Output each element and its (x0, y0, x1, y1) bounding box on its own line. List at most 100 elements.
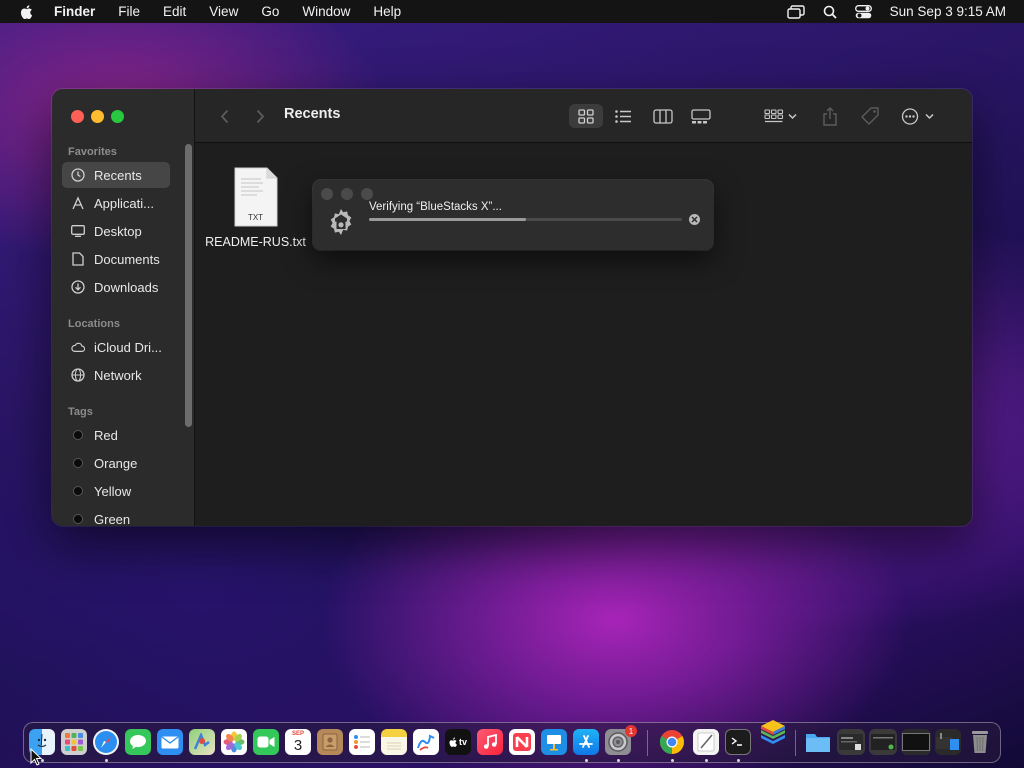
forward-button[interactable] (251, 104, 269, 128)
sidebar-item-documents[interactable]: Documents (62, 246, 170, 272)
share-button[interactable] (819, 104, 841, 128)
tag-dot-icon (73, 430, 83, 440)
more-actions-button[interactable] (899, 104, 939, 128)
menu-view[interactable]: View (209, 4, 238, 19)
dock-tv-icon[interactable]: tv (445, 729, 471, 755)
dock-reminders-icon[interactable] (349, 729, 375, 755)
list-icon (614, 109, 631, 123)
icon-view-button[interactable] (569, 104, 603, 128)
calendar-day: 3 (293, 737, 303, 754)
dock-launchpad-icon[interactable] (61, 729, 87, 755)
dock-app-store-icon[interactable] (573, 729, 599, 755)
minimize-button[interactable] (91, 110, 104, 123)
dock-freeform-icon[interactable] (413, 729, 439, 755)
dock-news-icon[interactable] (509, 729, 535, 755)
dock-photos-icon[interactable] (221, 729, 247, 755)
dock-keynote-icon[interactable] (541, 729, 567, 755)
sidebar-item-desktop[interactable]: Desktop (62, 218, 170, 244)
group-by-button[interactable] (761, 104, 801, 128)
running-indicator (585, 759, 588, 762)
tag-icon (860, 107, 879, 125)
sidebar-item-network[interactable]: Network (62, 362, 170, 388)
tag-button[interactable] (859, 104, 881, 128)
dock-music-icon[interactable] (477, 729, 503, 755)
dock-mail-icon[interactable] (157, 729, 183, 755)
sidebar-section-tags: Tags (68, 406, 93, 418)
sidebar-tag-green[interactable]: Green (62, 506, 170, 526)
menu-bar: Finder File Edit View Go Window Help Sun… (0, 0, 1024, 23)
sidebar-item-label: Orange (94, 455, 138, 471)
sidebar-tag-yellow[interactable]: Yellow (62, 478, 170, 504)
notification-badge: 1 (625, 725, 637, 737)
menu-clock[interactable]: Sun Sep 3 9:15 AM (890, 4, 1006, 19)
sidebar-item-label: Downloads (94, 279, 159, 295)
sidebar-tag-orange[interactable]: Orange (62, 450, 170, 476)
control-center-icon[interactable] (854, 4, 872, 19)
zoom-button[interactable] (111, 110, 124, 123)
dock-trash-icon[interactable] (967, 729, 993, 755)
screen-mirroring-icon[interactable] (786, 4, 805, 19)
security-gear-icon (330, 209, 352, 235)
download-icon (71, 280, 85, 294)
app-menu-finder[interactable]: Finder (54, 4, 95, 19)
file-item[interactable]: TXT README-RUS.txt (203, 167, 308, 249)
gallery-view-button[interactable] (685, 104, 717, 128)
dock-facetime-icon[interactable] (253, 729, 279, 755)
dock-safari-icon[interactable] (93, 729, 119, 755)
sidebar-item-applications[interactable]: Applicati... (62, 190, 170, 216)
columns-icon (653, 108, 673, 124)
dock-folder-icon[interactable] (805, 729, 831, 755)
document-icon (71, 252, 85, 266)
verify-progress-bar (369, 218, 682, 221)
list-view-button[interactable] (607, 104, 639, 128)
dock-contacts-icon[interactable] (317, 729, 343, 755)
dock-terminal-icon[interactable] (725, 729, 751, 755)
dock-separator (795, 730, 796, 756)
dock-window-thumbnail-2[interactable] (869, 729, 897, 755)
dock-bluestacks-icon[interactable] (757, 716, 789, 748)
dock-chrome-icon[interactable] (659, 729, 685, 755)
dock-maps-icon[interactable] (189, 729, 215, 755)
sidebar-item-label: Red (94, 427, 118, 443)
cancel-verify-button[interactable] (689, 214, 700, 225)
mouse-cursor-icon (30, 748, 42, 766)
file-type-label: TXT (247, 213, 264, 222)
dialog-zoom-button[interactable] (361, 188, 373, 200)
running-indicator (617, 759, 620, 762)
dialog-minimize-button[interactable] (341, 188, 353, 200)
cloud-icon (71, 340, 85, 354)
sidebar-item-downloads[interactable]: Downloads (62, 274, 170, 300)
menu-window[interactable]: Window (302, 4, 350, 19)
column-view-button[interactable] (647, 104, 679, 128)
dock-window-thumbnail-4[interactable] (935, 729, 961, 755)
dock-calendar-icon[interactable]: SEP 3 (285, 729, 311, 755)
verify-status-text: Verifying “BlueStacks X”... (369, 201, 502, 213)
menu-edit[interactable]: Edit (163, 4, 186, 19)
sidebar-item-label: Documents (94, 251, 160, 267)
running-indicator (671, 759, 674, 762)
dock-messages-icon[interactable] (125, 729, 151, 755)
sidebar-item-icloud-drive[interactable]: iCloud Dri... (62, 334, 170, 360)
spotlight-search-icon[interactable] (823, 5, 837, 19)
apple-logo-icon[interactable] (18, 3, 36, 21)
verify-progress-window: Verifying “BlueStacks X”... (313, 180, 713, 250)
menu-help[interactable]: Help (373, 4, 401, 19)
dock-notes-icon[interactable] (381, 729, 407, 755)
sidebar-item-label: Green (94, 511, 131, 527)
sidebar-scrollbar[interactable] (185, 144, 192, 427)
menu-file[interactable]: File (118, 4, 140, 19)
dock-window-thumbnail-1[interactable] (837, 729, 865, 755)
sidebar-tag-red[interactable]: Red (62, 422, 170, 448)
finder-window: Favorites Recents Applicati... Desktop D… (52, 89, 972, 526)
stop-icon (691, 216, 698, 223)
sidebar-item-label: Yellow (94, 483, 132, 499)
dialog-close-button[interactable] (321, 188, 333, 200)
menu-go[interactable]: Go (261, 4, 279, 19)
close-button[interactable] (71, 110, 84, 123)
back-button[interactable] (215, 104, 233, 128)
clock-icon (71, 168, 85, 182)
dock: SEP 3 tv 1 (23, 720, 1001, 763)
dock-window-thumbnail-3[interactable] (901, 729, 931, 755)
sidebar-item-recents[interactable]: Recents (62, 162, 170, 188)
dock-textedit-icon[interactable] (693, 729, 719, 755)
